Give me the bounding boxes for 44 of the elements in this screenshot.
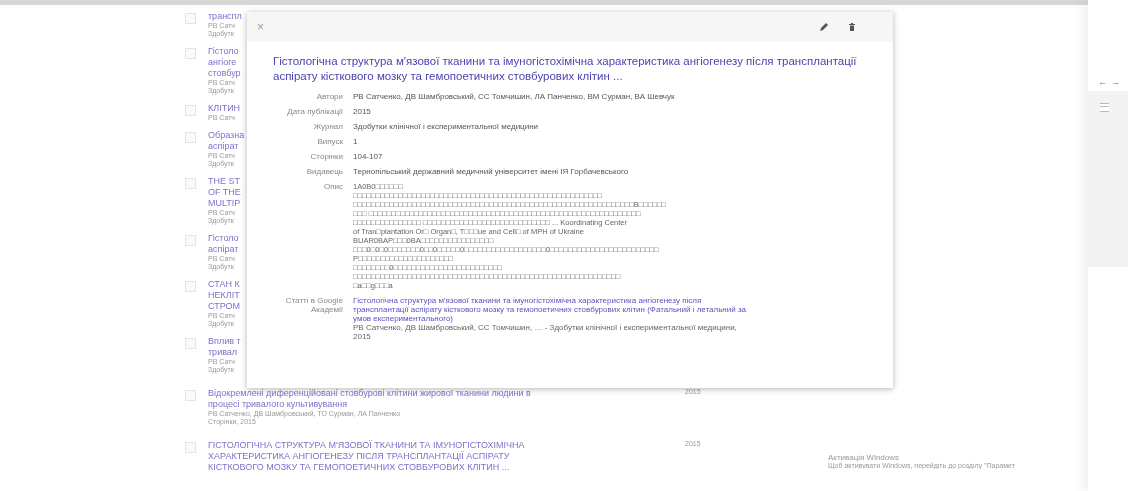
result-title[interactable]: Гістоло аспірат (208, 233, 239, 255)
result-title[interactable]: Вплив т тривал (208, 336, 241, 358)
result-title[interactable]: Відокремлені диференційовані стовбурові клітини жирової тканини людини в процесі тривалого культивування (208, 388, 531, 410)
field-value: Тернопільський державний медичний університет імені ІЯ Горбачевського (353, 167, 630, 176)
checkbox[interactable] (185, 442, 196, 453)
field-value: РВ Сатченко, ДВ Шамбровський, СС Томчишин, ЛА Панченко, ВМ Сурман, ВА Шевчук (353, 92, 676, 101)
article-title[interactable]: Гістологічна структура м'язової тканини та імуногістохімічна характеристика ангіогенезу після трансплантації аспірату кісткового мозку та гемопоетичних стовбурових клітин ... (273, 54, 863, 84)
field-value: 104-107 (353, 152, 384, 161)
pencil-icon[interactable] (819, 22, 829, 32)
field-label: Випуск (316, 137, 343, 146)
field-label: Журнал (312, 122, 343, 131)
back-button[interactable]: ← (1098, 77, 1107, 91)
checkbox[interactable] (185, 281, 196, 292)
result-title[interactable]: СТАН К НЕКЛІТ СТРОМ (208, 279, 240, 312)
checkbox[interactable] (185, 132, 196, 143)
checkbox[interactable] (185, 338, 196, 349)
field-label: Дата публікації (286, 107, 343, 116)
checkbox[interactable] (185, 105, 196, 116)
result-title[interactable]: Образна аспірат (208, 130, 245, 152)
result-title[interactable]: Гістоло ангіоге стовбур (208, 46, 241, 79)
result-title[interactable]: THE ST OF THE MULTIP (208, 176, 241, 209)
result-title[interactable]: транспл (208, 11, 242, 22)
article-source: РВ Сатченко, ДВ Шамбровський, СС Томчишин, … - Здобутки клінічної і експериментальної медицини, 2015 (353, 323, 738, 341)
menu-icon[interactable] (1100, 103, 1109, 112)
checkbox[interactable] (185, 390, 196, 401)
checkbox[interactable] (185, 48, 196, 59)
field-label: Опис (322, 182, 343, 193)
checkbox[interactable] (185, 235, 196, 246)
field-label: Сторінки (309, 152, 343, 161)
field-label: Статті в Google Академії (284, 296, 343, 316)
field-value: 1 (353, 137, 359, 146)
activation-title: Активація Windows (828, 453, 901, 462)
trash-icon[interactable] (847, 22, 857, 32)
field-label: Видавець (305, 167, 343, 176)
close-icon[interactable]: × (257, 20, 264, 34)
field-label: Автори (315, 92, 343, 101)
article-link[interactable]: Гістологічна структура м'язової тканини та імуногістохімічна характеристика ангіогенезу після трансплантації аспірату кісткового мозку та гемопоетичних стовбурових клітин (Фатальний і летальний за умов експериментального) (353, 296, 753, 323)
result-title[interactable]: ГІСТОЛОГІЧНА СТРУКТУРА М'ЯЗОВОЇ ТКАНИНИ ТА ІМУНОГІСТОХІМІЧНА ХАРАКТЕРИСТИКА АНГІОГЕНЕЗУ ПІСЛЯ ТРАНСПЛАНТАЦІЇ АСПІРАТУ КІСТКОВОГО МОЗКУ ТА ГЕМОПОЕТИЧНИХ СТОВБУРОВИХ КЛІТИН ... (208, 440, 525, 473)
forward-button[interactable]: → (1111, 77, 1120, 91)
checkbox[interactable] (185, 13, 196, 24)
checkbox[interactable] (185, 178, 196, 189)
field-value: Здобутки клінічної і експериментальної медицини (353, 122, 540, 131)
field-value: 2015 (353, 107, 372, 116)
result-title[interactable]: КЛІТИН (208, 103, 241, 114)
